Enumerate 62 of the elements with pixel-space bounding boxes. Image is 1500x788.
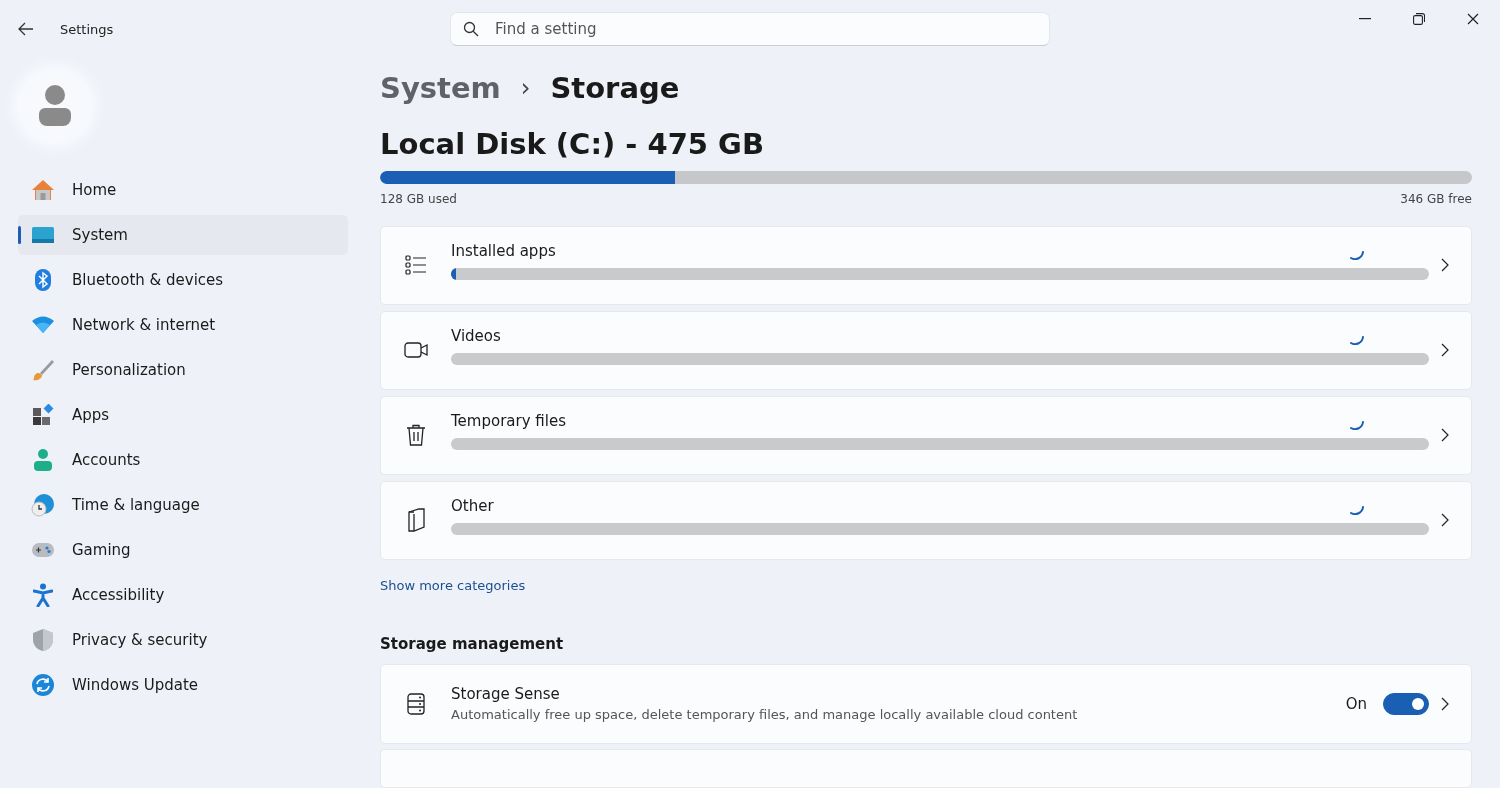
globe-clock-icon bbox=[30, 493, 56, 517]
show-more-link[interactable]: Show more categories bbox=[380, 577, 526, 593]
sidebar-item[interactable]: Gaming bbox=[18, 530, 348, 570]
storage-category-card[interactable]: Temporary files bbox=[380, 395, 1472, 475]
house-icon bbox=[30, 179, 56, 201]
back-arrow-icon bbox=[18, 22, 34, 36]
accessibility-icon bbox=[30, 583, 56, 607]
sidebar-item[interactable]: Time & language bbox=[18, 485, 348, 525]
search-field[interactable]: Find a setting bbox=[450, 12, 1050, 46]
setting-description: Automatically free up space, delete temporary files, and manage locally available cloud content bbox=[451, 707, 1079, 723]
restore-icon bbox=[1413, 13, 1425, 25]
paintbrush-icon bbox=[30, 359, 56, 381]
storage-category-card[interactable]: Installed apps bbox=[380, 225, 1472, 305]
chevron-right-icon bbox=[1441, 696, 1449, 711]
close-icon bbox=[1467, 13, 1479, 25]
storage-sense-card[interactable]: Storage Sense Automatically free up space, delete temporary files, and manage locally available cloud content On bbox=[380, 663, 1472, 744]
sidebar-item[interactable]: Apps bbox=[18, 395, 348, 435]
disk-title: Local Disk (C:) - 475 GB bbox=[380, 127, 765, 162]
chevron-right-icon bbox=[1441, 258, 1449, 273]
sidebar-item[interactable]: Network & internet bbox=[18, 305, 348, 345]
storage-category-card[interactable]: Other bbox=[380, 480, 1472, 560]
chevron-right-icon bbox=[1441, 428, 1449, 443]
list-icon bbox=[403, 255, 429, 276]
selection-indicator bbox=[18, 226, 21, 244]
category-label: Other bbox=[451, 497, 494, 516]
loading-spinner-icon bbox=[1349, 420, 1364, 430]
breadcrumb-link[interactable]: System bbox=[380, 70, 501, 105]
page-title: Storage bbox=[550, 70, 680, 105]
loading-spinner-icon bbox=[1349, 505, 1364, 515]
setting-title: Storage Sense bbox=[451, 685, 561, 704]
loading-spinner-icon bbox=[1349, 250, 1364, 260]
category-label: Installed apps bbox=[451, 242, 556, 261]
used-label: 128 GB used bbox=[380, 191, 457, 206]
shield-icon bbox=[30, 628, 56, 652]
breadcrumb-separator: › bbox=[520, 73, 531, 102]
free-label: 346 GB free bbox=[1400, 191, 1472, 206]
category-label: Temporary files bbox=[451, 412, 566, 431]
sidebar-item[interactable]: Personalization bbox=[18, 350, 348, 390]
wifi-icon bbox=[30, 316, 56, 334]
sidebar-item[interactable]: Privacy & security bbox=[18, 620, 348, 660]
chevron-right-icon bbox=[1441, 343, 1449, 358]
toggle-switch[interactable] bbox=[1383, 692, 1429, 715]
category-label: Videos bbox=[451, 327, 501, 346]
sync-icon bbox=[30, 673, 56, 697]
search-icon bbox=[463, 21, 479, 37]
sidebar-item[interactable]: System bbox=[18, 215, 348, 255]
video-camera-icon bbox=[403, 341, 429, 360]
toggle-state-label: On bbox=[1345, 694, 1367, 713]
monitor-icon bbox=[30, 225, 56, 245]
sidebar-item[interactable]: Bluetooth & devices bbox=[18, 260, 348, 300]
loading-spinner-icon bbox=[1349, 335, 1364, 345]
gamepad-icon bbox=[30, 542, 56, 558]
window-title: Settings bbox=[60, 21, 114, 37]
apps-icon bbox=[30, 404, 56, 426]
sidebar-item[interactable]: Windows Update bbox=[18, 665, 348, 705]
sidebar-item[interactable]: Accounts bbox=[18, 440, 348, 480]
storage-category-card[interactable]: Videos bbox=[380, 310, 1472, 390]
chevron-right-icon bbox=[1441, 513, 1449, 528]
sidebar-item[interactable]: Accessibility bbox=[18, 575, 348, 615]
section-heading: Storage management bbox=[380, 634, 565, 653]
minimize-icon bbox=[1359, 18, 1371, 20]
sidebar-item[interactable]: Home bbox=[18, 170, 348, 210]
